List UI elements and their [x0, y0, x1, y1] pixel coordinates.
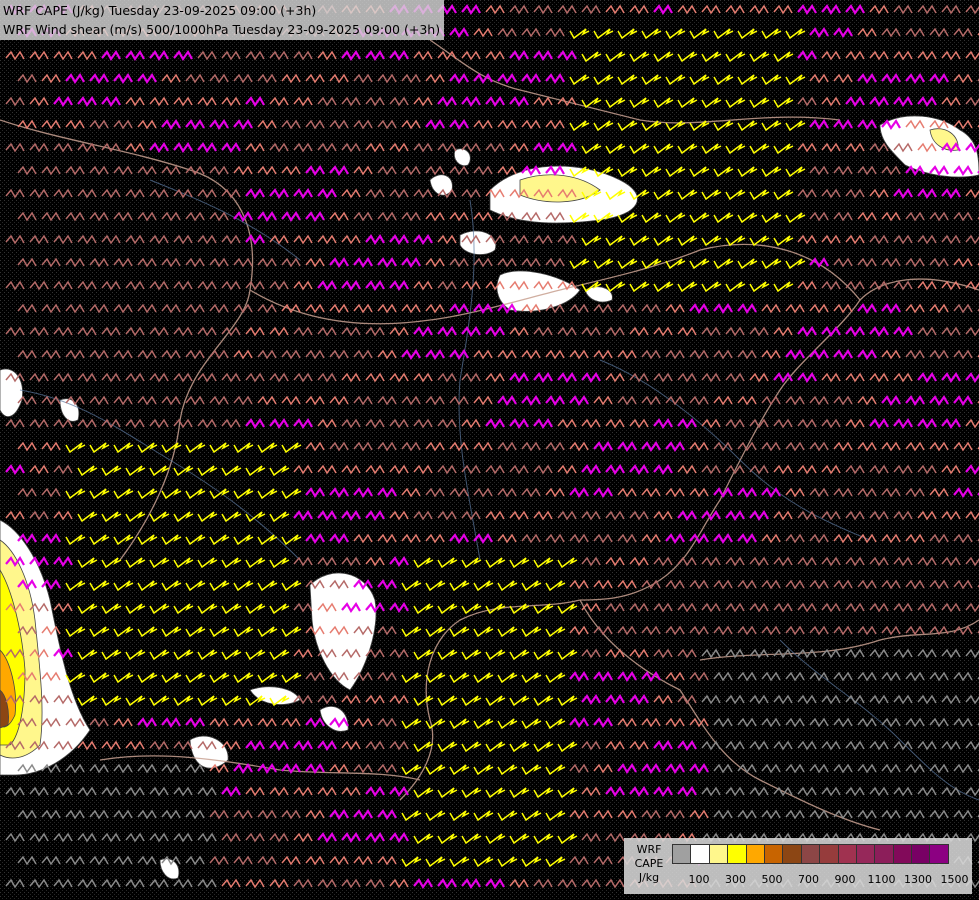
- map-canvas: [0, 0, 979, 900]
- legend-color-bar: [672, 844, 949, 864]
- legend-label-variable: CAPE: [634, 857, 664, 870]
- legend-tick: 700: [798, 873, 819, 886]
- legend-swatch: [672, 844, 692, 864]
- legend-tick-labels: 100 300 500 700 900 1100 1300 1500: [672, 873, 972, 887]
- legend-swatch: [819, 844, 839, 864]
- legend-tick: 1300: [904, 873, 932, 886]
- legend-tick: 1100: [867, 873, 896, 886]
- legend-swatch: [782, 844, 802, 864]
- legend-label-model: WRF: [636, 843, 662, 856]
- legend-swatch: [727, 844, 747, 864]
- legend-tick: 300: [725, 873, 746, 886]
- legend-swatch: [745, 844, 765, 864]
- legend-swatch: [837, 844, 857, 864]
- legend-swatch: [800, 844, 821, 864]
- wind-shear-title: WRF Wind shear (m/s) 500/1000hPa Tuesday…: [3, 22, 441, 37]
- map-title: WRF CAPE (J/kg) Tuesday 23-09-2025 09:00…: [0, 0, 445, 40]
- legend-tick: 500: [761, 873, 783, 886]
- legend-swatch: [874, 844, 894, 864]
- legend-swatch: [708, 844, 729, 864]
- legend-swatch: [855, 844, 876, 864]
- legend-swatch: [763, 844, 784, 864]
- legend-swatch: [911, 844, 931, 864]
- legend-tick: 900: [834, 873, 856, 886]
- legend-swatch: [892, 844, 913, 864]
- cape-legend: WRF CAPE J/kg 100 300 500 700 900 1100 1300 150…: [624, 838, 972, 894]
- weather-map: WRF CAPE (J/kg) Tuesday 23-09-2025 09:00…: [0, 0, 979, 900]
- legend-swatch: [929, 844, 949, 864]
- legend-tick: 100: [688, 873, 710, 886]
- cape-title: WRF CAPE (J/kg) Tuesday 23-09-2025 09:00…: [3, 3, 317, 18]
- legend-tick: 1500: [940, 873, 969, 886]
- legend-label-unit: J/kg: [638, 871, 660, 884]
- legend-label: WRF CAPE J/kg: [630, 843, 668, 885]
- legend-swatch: [690, 844, 710, 864]
